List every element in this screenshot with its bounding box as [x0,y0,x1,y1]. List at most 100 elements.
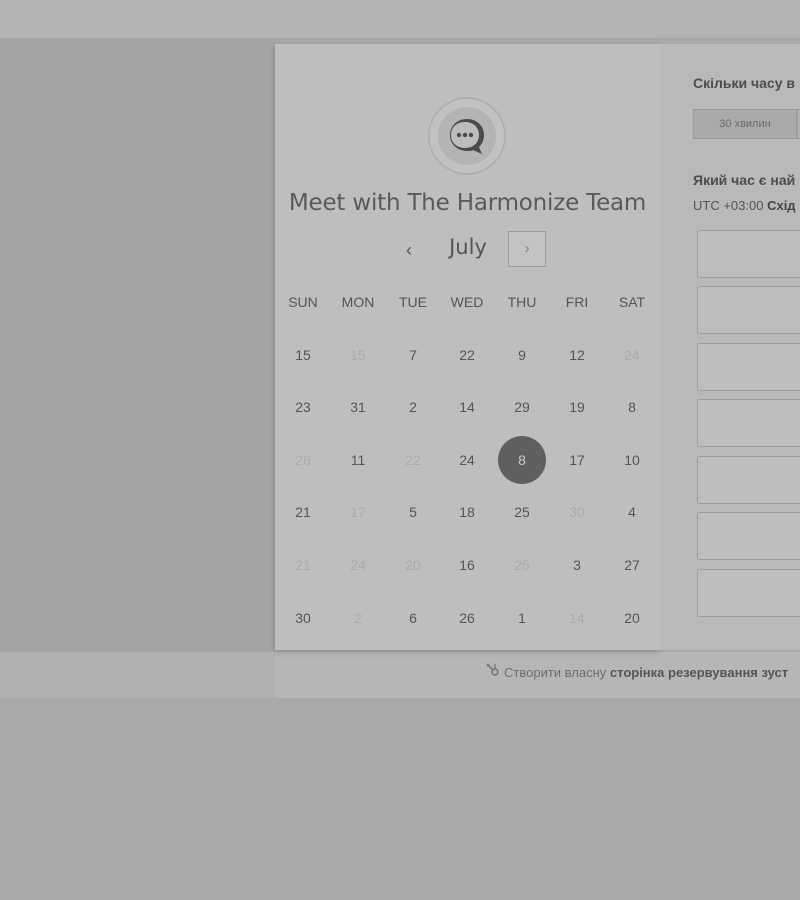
day-number: 16 [459,557,475,573]
calendar-day[interactable]: 22 [440,335,494,375]
calendar-day: 30 [550,492,604,532]
time-slot[interactable] [697,286,800,334]
day-number: 8 [628,399,636,415]
calendar-day: 20 [386,545,440,585]
day-number: 12 [569,347,585,363]
prev-month-button[interactable]: ‹ [395,234,423,266]
day-number: 5 [409,504,417,520]
calendar-day[interactable]: 5 [386,492,440,532]
weekday-label: SAT [618,294,646,310]
calendar-day: 17 [331,492,385,532]
calendar-day[interactable]: 25 [495,492,549,532]
day-number: 21 [295,557,311,573]
day-number: 25 [514,504,530,520]
day-number: 19 [569,399,585,415]
calendar-day[interactable]: 8 [605,387,659,427]
calendar-day[interactable]: 10 [605,440,659,480]
day-number: 31 [350,399,366,415]
calendar-day[interactable]: 9 [495,335,549,375]
calendar-day[interactable]: 4 [605,492,659,532]
timezone-name[interactable]: Схід [767,198,795,213]
calendar-day[interactable]: 7 [386,335,440,375]
day-number: 9 [518,347,526,363]
calendar-day[interactable]: 2 [386,387,440,427]
sprocket-icon [486,663,500,680]
day-number: 20 [405,557,421,573]
calendar-day[interactable]: 29 [495,387,549,427]
day-number: 24 [624,347,640,363]
calendar-day[interactable]: 21 [276,492,330,532]
weekday-label: MON [341,294,375,310]
calendar-day: 24 [331,545,385,585]
calendar-panel: Meet with The Harmonize Team ‹ July › SU… [275,44,660,650]
selected-day[interactable]: 8 [495,436,549,484]
day-number: 18 [459,504,475,520]
weekday-label: TUE [399,294,427,310]
day-number: 15 [295,347,311,363]
timezone-offset: UTC +03:00 [693,198,764,213]
day-number: 22 [405,452,421,468]
calendar-day[interactable]: 26 [440,598,494,638]
day-number: 3 [573,557,581,573]
footer-prefix: Створити власну [504,665,607,680]
day-number: 23 [295,399,311,415]
time-slot[interactable] [697,399,800,447]
calendar-day[interactable]: 24 [440,440,494,480]
next-month-button[interactable]: › [508,231,546,267]
day-number: 2 [409,399,417,415]
month-label: July [449,235,487,259]
calendar-day: 22 [386,440,440,480]
calendar-day[interactable]: 20 [605,598,659,638]
day-number: 26 [295,452,311,468]
calendar-day[interactable]: 18 [440,492,494,532]
day-number: 7 [409,347,417,363]
day-number: 14 [569,610,585,626]
time-slot[interactable] [697,343,800,391]
time-slot[interactable] [697,512,800,560]
day-number: 24 [350,557,366,573]
page-background-left [0,39,275,652]
time-slot[interactable] [697,230,800,278]
day-number: 29 [514,399,530,415]
calendar-day[interactable]: 6 [386,598,440,638]
calendar-day[interactable]: 3 [550,545,604,585]
duration-30-button[interactable]: 30 хвилин [693,109,797,139]
calendar-day[interactable]: 1 [495,598,549,638]
day-number: 17 [569,452,585,468]
footer-create-link[interactable]: Створити власну сторінка резервування зу… [486,663,788,680]
day-number: 30 [295,610,311,626]
calendar-day[interactable]: 11 [331,440,385,480]
calendar-day[interactable]: 12 [550,335,604,375]
day-number: 21 [295,504,311,520]
chat-bubble-icon [438,107,496,165]
calendar-day[interactable]: 30 [276,598,330,638]
calendar-day[interactable]: 23 [276,387,330,427]
time-slot[interactable] [697,569,800,617]
day-number: 8 [498,436,546,484]
weekday-label: SUN [288,294,318,310]
calendar-day[interactable]: 16 [440,545,494,585]
day-number: 2 [354,610,362,626]
day-number: 20 [624,610,640,626]
top-bar [0,0,800,39]
calendar-day: 24 [605,335,659,375]
day-number: 4 [628,504,636,520]
day-number: 24 [459,452,475,468]
calendar-day: 14 [550,598,604,638]
calendar-day: 21 [276,545,330,585]
calendar-day[interactable]: 17 [550,440,604,480]
calendar-day[interactable]: 19 [550,387,604,427]
calendar-day[interactable]: 27 [605,545,659,585]
calendar-day[interactable]: 31 [331,387,385,427]
time-slot[interactable] [697,456,800,504]
calendar-day[interactable]: 14 [440,387,494,427]
calendar-day[interactable]: 15 [276,335,330,375]
calendar-day: 25 [495,545,549,585]
day-number: 26 [459,610,475,626]
timezone-line: UTC +03:00 Схід [693,198,796,213]
day-number: 15 [350,347,366,363]
weekday-label: THU [507,294,537,310]
day-number: 22 [459,347,475,363]
footer-bold[interactable]: сторінка резервування зуст [610,665,788,680]
weekday-label: WED [450,294,484,310]
